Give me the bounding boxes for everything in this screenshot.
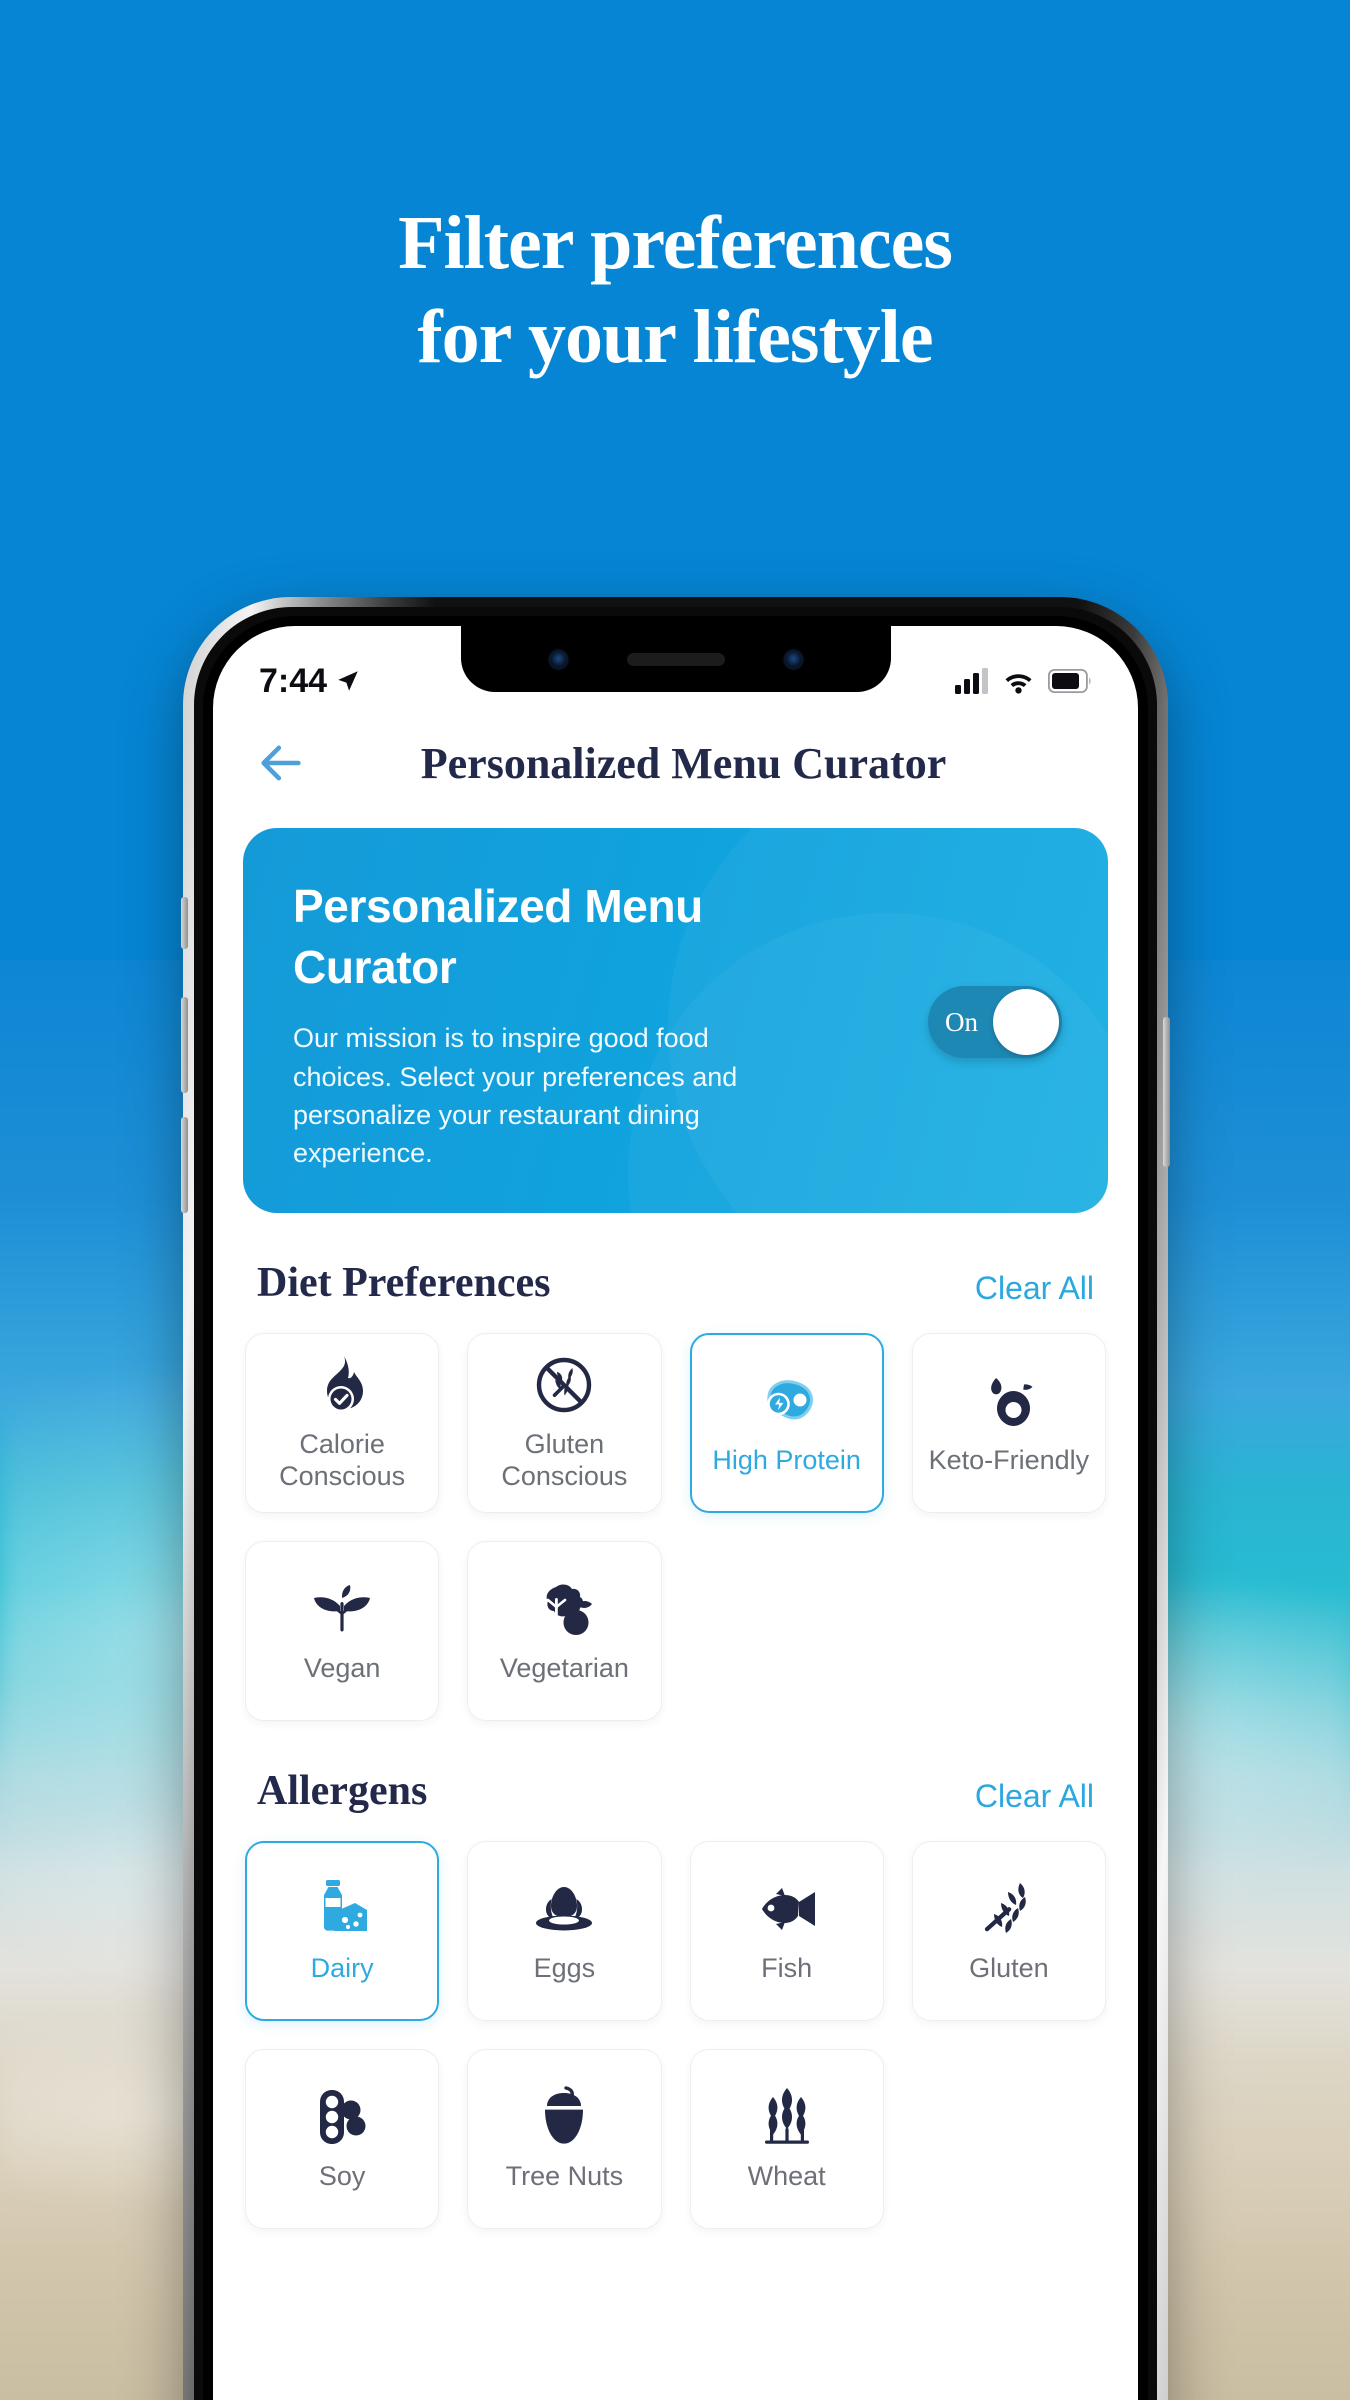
chip-high-protein[interactable]: High Protein [689, 1333, 884, 1513]
phone-mute-switch[interactable] [181, 897, 188, 949]
promo-headline: Filter preferences for your lifestyle [0, 196, 1350, 384]
broccoli-apple-icon [534, 1578, 594, 1640]
promo-headline-line-1: Filter preferences [398, 201, 953, 285]
status-bar-time: 7:44 [259, 661, 328, 700]
page-title: Personalized Menu Curator [420, 738, 947, 788]
chip-dairy[interactable]: Dairy [245, 1841, 440, 2021]
cellular-signal-icon [955, 668, 988, 694]
chip-eggs[interactable]: Eggs [467, 1841, 662, 2021]
flame-check-icon [315, 1354, 369, 1416]
front-camera-icon [549, 650, 567, 668]
chip-label: Gluten [969, 1952, 1049, 1983]
acorn-icon [538, 2086, 590, 2148]
phone-volume-down-button[interactable] [181, 1117, 188, 1213]
leaf-plant-icon [311, 1578, 373, 1640]
chip-calorie-conscious[interactable]: Calorie Conscious [245, 1333, 440, 1513]
chip-vegan[interactable]: Vegan [245, 1541, 440, 1721]
chip-fish[interactable]: Fish [689, 1841, 884, 2021]
soybean-icon [313, 2086, 371, 2148]
clear-all-diet-button[interactable]: Clear All [975, 1270, 1094, 1307]
chip-label: Vegan [303, 1652, 381, 1683]
curator-enable-toggle[interactable]: On [928, 986, 1062, 1058]
milk-cheese-icon [313, 1878, 371, 1940]
chip-keto-friendly[interactable]: Keto-Friendly [911, 1333, 1106, 1513]
fish-icon [756, 1878, 818, 1940]
phone-mockup: 7:44 Personalized Menu Curator Personali… [181, 597, 1170, 2400]
chip-label: Wheat [747, 2160, 826, 2191]
chip-label: Dairy [310, 1952, 374, 1983]
toggle-state-label: On [945, 1006, 978, 1037]
egg-icon [533, 1878, 595, 1940]
wheat-stalks-icon [756, 2086, 818, 2148]
chip-label: Eggs [533, 1952, 596, 1983]
chip-label: Gluten Conscious [501, 1428, 628, 1491]
face-sensor-icon [784, 650, 802, 668]
diet-preferences-grid: Calorie Conscious Gluten Conscious High … [243, 1333, 1108, 1721]
chip-label: Soy [318, 2160, 366, 2191]
clear-all-allergens-button[interactable]: Clear All [975, 1778, 1094, 1815]
status-bar-right [955, 668, 1092, 694]
battery-icon [1048, 669, 1091, 693]
status-bar-left: 7:44 [259, 662, 361, 701]
arrow-left-icon[interactable] [255, 737, 307, 789]
chip-soy[interactable]: Soy [245, 2049, 440, 2229]
wifi-icon [1005, 674, 1032, 694]
chip-label: Vegetarian [499, 1652, 629, 1683]
chip-label: High Protein [712, 1444, 861, 1475]
page-content: Personalized Menu Curator Our mission is… [213, 816, 1138, 2400]
wheat-sprig-icon [981, 1878, 1037, 1940]
phone-volume-up-button[interactable] [181, 997, 188, 1093]
earpiece-speaker-icon [626, 652, 725, 666]
phone-screen: 7:44 Personalized Menu Curator Personali… [213, 626, 1138, 2400]
allergens-header: Allergens Clear All [257, 1767, 1094, 1815]
promo-headline-line-2: for your lifestyle [417, 295, 933, 380]
chip-gluten-conscious[interactable]: Gluten Conscious [467, 1333, 662, 1513]
allergens-grid: Dairy Eggs Fish Gluten Soy Tree Nuts Whe… [243, 1841, 1108, 2229]
protein-meat-icon [756, 1370, 818, 1432]
chip-label: Fish [761, 1952, 813, 1983]
no-gluten-icon [535, 1354, 593, 1416]
section-title-diet: Diet Preferences [257, 1260, 551, 1306]
chip-label: Calorie Conscious [279, 1428, 406, 1491]
phone-power-button[interactable] [1163, 1017, 1170, 1167]
location-arrow-icon [338, 671, 358, 691]
avocado-icon [980, 1370, 1038, 1432]
section-title-allergens: Allergens [257, 1768, 428, 1814]
chip-vegetarian[interactable]: Vegetarian [467, 1541, 662, 1721]
nav-bar: Personalized Menu Curator [213, 710, 1138, 816]
curator-hero-card: Personalized Menu Curator Our mission is… [243, 828, 1108, 1213]
hero-title: Personalized Menu Curator [293, 880, 703, 993]
chip-wheat[interactable]: Wheat [689, 2049, 884, 2229]
hero-description: Our mission is to inspire good food choi… [293, 1023, 738, 1169]
chip-tree-nuts[interactable]: Tree Nuts [467, 2049, 662, 2229]
chip-gluten[interactable]: Gluten [911, 1841, 1106, 2021]
chip-label: Tree Nuts [505, 2160, 624, 2191]
phone-notch [460, 626, 891, 692]
diet-preferences-header: Diet Preferences Clear All [257, 1259, 1094, 1307]
chip-label: Keto-Friendly [928, 1444, 1090, 1475]
toggle-knob[interactable] [993, 989, 1059, 1055]
